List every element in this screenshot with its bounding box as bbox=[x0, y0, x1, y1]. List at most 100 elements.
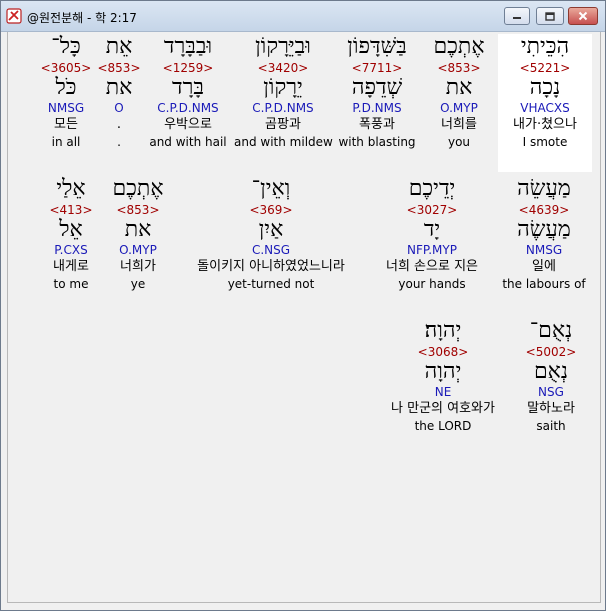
parsing-code: NFP.MYP bbox=[407, 243, 457, 257]
english-gloss: with blasting bbox=[338, 135, 416, 149]
strong-number: <5221> bbox=[519, 61, 571, 75]
korean-gloss: 너희 손으로 지은 bbox=[386, 259, 478, 274]
word-cell[interactable]: הִכֵּיתִי <5221> נָכָה VHACXS 내가·쳤으나 I s… bbox=[498, 34, 592, 172]
maximize-icon bbox=[545, 11, 555, 21]
word-cell[interactable]: מַעֲשֵׂה <4639> מַעֲשֶׂה NMSG 일에 the lab… bbox=[496, 176, 592, 292]
strong-number: <369> bbox=[249, 203, 293, 217]
strong-number: <7711> bbox=[351, 61, 403, 75]
app-window: @원전분해 - 학 2:17 הִכֵּיתִי <5221> נָכָה VH… bbox=[0, 0, 606, 611]
english-gloss: you bbox=[447, 135, 471, 149]
title-bar[interactable]: @원전분해 - 학 2:17 bbox=[1, 1, 605, 32]
korean-gloss: 폭풍과 bbox=[359, 117, 395, 132]
parsing-code: VHACXS bbox=[520, 101, 570, 115]
strong-number: <853> bbox=[97, 61, 141, 75]
english-gloss: yet-turned not bbox=[227, 277, 315, 291]
word-cell[interactable]: וְאֵין־ <369> אַיִן C.NSG 돌이키지 아니하였었느니라 … bbox=[176, 176, 366, 292]
lemma: יְהוָה bbox=[424, 359, 462, 384]
lemma: אַיִן bbox=[258, 217, 284, 242]
lemma: מַעֲשֶׂה bbox=[517, 217, 571, 242]
hebrew-word: כָּל־ bbox=[51, 34, 81, 59]
parsing-code: NSG bbox=[538, 385, 564, 399]
strong-number: <1259> bbox=[162, 61, 214, 75]
close-button[interactable] bbox=[568, 7, 598, 25]
lemma: יֵרָקוֹן bbox=[263, 75, 303, 100]
english-gloss: the LORD bbox=[414, 419, 472, 433]
strong-number: <413> bbox=[49, 203, 93, 217]
window-title: @원전분해 - 학 2:17 bbox=[27, 11, 137, 25]
lemma: יָד bbox=[423, 217, 441, 242]
word-cell[interactable]: וּבַיֵּרָקוֹן <3420> יֵרָקוֹן C.P.D.NMS … bbox=[234, 34, 333, 150]
hebrew-word: יְהוָה׃ bbox=[424, 318, 462, 343]
word-cell[interactable]: אֶתְכֶם <853> את O.MYP 너희가 ye bbox=[104, 176, 172, 292]
korean-gloss: 돌이키지 아니하였었느니라 bbox=[197, 259, 345, 274]
word-cell[interactable]: בַּשִּׁדָּפוֹן <7711> שְׁדֵפָה P.D.NMS 폭… bbox=[334, 34, 420, 150]
lemma: את bbox=[445, 75, 473, 100]
parsing-code: O.MYP bbox=[440, 101, 478, 115]
minimize-icon bbox=[513, 17, 521, 19]
korean-gloss: 말하노라 bbox=[527, 401, 575, 416]
hebrew-word: אֶתְכֶם bbox=[433, 34, 485, 59]
strong-number: <3068> bbox=[417, 345, 469, 359]
korean-gloss: 나 만군의 여호와가 bbox=[391, 401, 495, 416]
minimize-button[interactable] bbox=[504, 7, 530, 25]
english-gloss: and with hail bbox=[149, 135, 227, 149]
hebrew-word: אֵת bbox=[105, 34, 133, 59]
korean-gloss: . bbox=[116, 117, 122, 132]
word-cell[interactable]: נְאֻם־ <5002> נְאֻם NSG 말하노라 saith bbox=[518, 318, 584, 434]
korean-gloss: 내게로 bbox=[53, 259, 89, 274]
maximize-button[interactable] bbox=[536, 7, 564, 25]
lemma: בָּרָד bbox=[172, 75, 204, 100]
korean-gloss: 우박으로 bbox=[164, 117, 212, 132]
lemma: את bbox=[124, 217, 152, 242]
english-gloss: to me bbox=[53, 277, 89, 291]
english-gloss: saith bbox=[536, 419, 566, 433]
app-logo-icon bbox=[6, 8, 22, 24]
word-cell[interactable]: כָּל־ <3605> כֹּל NMSG 모든 in all bbox=[38, 34, 94, 150]
parsing-code: NMSG bbox=[47, 101, 85, 115]
word-cell[interactable]: אֵלַי <413> אֵל P.CXS 내게로 to me bbox=[42, 176, 100, 292]
parsing-code: NE bbox=[434, 385, 452, 399]
parsing-code: NMSG bbox=[525, 243, 563, 257]
parsing-code: C.P.D.NMS bbox=[157, 101, 219, 115]
strong-number: <3027> bbox=[406, 203, 458, 217]
english-gloss: in all bbox=[51, 135, 81, 149]
hebrew-word: וּבַיֵּרָקוֹן bbox=[255, 34, 311, 59]
word-cell[interactable]: יְהוָה׃ <3068> יְהוָה NE 나 만군의 여호와가 the … bbox=[378, 318, 508, 434]
lemma: שְׁדֵפָה bbox=[351, 75, 403, 100]
korean-gloss: 너희가 bbox=[120, 259, 156, 274]
word-cell[interactable]: יְדֵיכֶם <3027> יָד NFP.MYP 너희 손으로 지은 yo… bbox=[370, 176, 494, 292]
strong-number: <4639> bbox=[518, 203, 570, 217]
parsing-code: C.NSG bbox=[251, 243, 291, 257]
strong-number: <5002> bbox=[525, 345, 577, 359]
strong-number: <3605> bbox=[40, 61, 92, 75]
interlinear-panel: הִכֵּיתִי <5221> נָכָה VHACXS 내가·쳤으나 I s… bbox=[7, 32, 601, 603]
strong-number: <853> bbox=[116, 203, 160, 217]
lemma: כֹּל bbox=[55, 75, 77, 100]
hebrew-word: אֶתְכֶם bbox=[112, 176, 164, 201]
word-cell[interactable]: אֶתְכֶם <853> את O.MYP 너희를 you bbox=[422, 34, 496, 150]
parsing-code: O.MYP bbox=[119, 243, 157, 257]
korean-gloss: 모든 bbox=[54, 117, 78, 132]
hebrew-word: הִכֵּיתִי bbox=[520, 34, 570, 59]
english-gloss: and with mildew bbox=[234, 135, 333, 149]
word-cell[interactable]: אֵת <853> את O . . bbox=[96, 34, 142, 150]
korean-gloss: 너희를 bbox=[441, 117, 477, 132]
english-gloss: ye bbox=[130, 277, 146, 291]
word-cell[interactable]: וּבַבָּרָד <1259> בָּרָד C.P.D.NMS 우박으로 … bbox=[144, 34, 232, 150]
english-gloss: the labours of bbox=[502, 277, 586, 291]
hebrew-word: מַעֲשֵׂה bbox=[517, 176, 571, 201]
hebrew-word: וְאֵין־ bbox=[251, 176, 291, 201]
parsing-code: C.P.D.NMS bbox=[252, 101, 314, 115]
korean-gloss: 일에 bbox=[532, 259, 556, 274]
english-gloss: I smote bbox=[522, 135, 568, 149]
strong-number: <853> bbox=[437, 61, 481, 75]
english-gloss: your hands bbox=[398, 277, 466, 291]
lemma: נָכָה bbox=[529, 75, 561, 100]
close-icon bbox=[578, 11, 588, 21]
korean-gloss: 곰팡과 bbox=[265, 117, 301, 132]
hebrew-word: בַּשִּׁדָּפוֹן bbox=[347, 34, 407, 59]
parsing-code: P.CXS bbox=[54, 243, 88, 257]
hebrew-word: וּבַבָּרָד bbox=[163, 34, 213, 59]
hebrew-word: נְאֻם־ bbox=[529, 318, 573, 343]
english-gloss: . bbox=[117, 135, 121, 149]
